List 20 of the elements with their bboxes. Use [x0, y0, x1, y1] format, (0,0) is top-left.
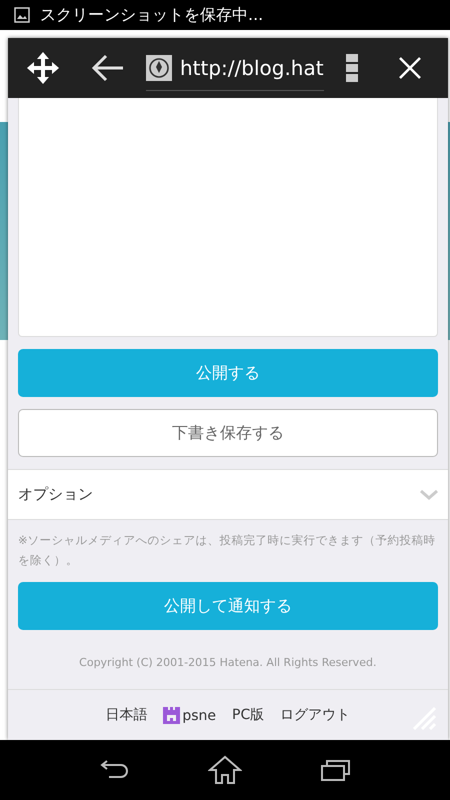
menu-icon: [346, 54, 358, 82]
chevron-icon: [420, 490, 438, 500]
picture-icon: [14, 7, 30, 23]
notification-text: スクリーンショットを保存中...: [40, 4, 264, 26]
footer-link[interactable]: ログアウト: [280, 706, 350, 724]
copyright-text: Copyright (C) 2001-2015 Hatena. All Rights Reserved.: [78, 656, 378, 671]
back-arrow-icon: [91, 54, 125, 82]
move-icon: [26, 51, 60, 85]
url-field[interactable]: http://blog.hat: [146, 46, 324, 90]
options-row[interactable]: オプション: [8, 469, 448, 520]
footer-link[interactable]: PC版: [232, 706, 264, 724]
back-icon[interactable]: [99, 759, 130, 781]
post-body-field[interactable]: [18, 98, 438, 337]
share-note: ※ソーシャルメディアへのシェアは、投稿完了時に実行できます（予約投稿時を除く）。: [18, 532, 437, 569]
footer-link[interactable]: 日本語: [105, 706, 148, 724]
home-icon[interactable]: [208, 755, 242, 785]
close-icon: [398, 56, 422, 80]
save-draft-button[interactable]: 下書き保存する: [18, 409, 438, 457]
recent-apps-icon[interactable]: [320, 759, 351, 781]
user-link[interactable]: psne: [163, 706, 216, 724]
